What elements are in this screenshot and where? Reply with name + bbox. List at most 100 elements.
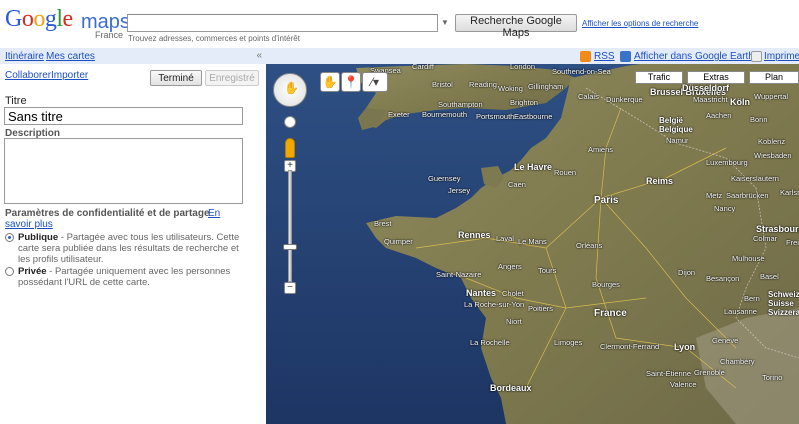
collapse-panel-icon[interactable]: « (256, 50, 262, 61)
itinerary-link[interactable]: Itinéraire (5, 51, 44, 62)
map-label: Colmar (753, 234, 778, 243)
map-label: Bristol (432, 80, 453, 89)
print-icon[interactable] (751, 51, 762, 62)
map-label: Quimper (384, 237, 413, 246)
logo-country: France (95, 30, 124, 40)
pan-control[interactable] (273, 73, 307, 107)
zoom-out-button[interactable]: − (284, 282, 296, 294)
map-label: Paris (594, 195, 619, 206)
map-label: Besançon (706, 274, 740, 283)
google-maps-logo[interactable]: Google maps France (5, 6, 130, 40)
search-dropdown-icon[interactable]: ▼ (441, 18, 451, 28)
map-label: Caen (508, 180, 526, 189)
logo-google-text: Google (5, 6, 73, 32)
map-canvas[interactable]: Swansea Cardiff London Southend-on-Sea B… (266, 48, 799, 424)
map-label: Bern (744, 294, 760, 303)
private-radio[interactable] (5, 267, 14, 276)
map-label: Frei (786, 238, 799, 247)
map-label: Grenoble (694, 368, 725, 377)
map-label: Düsseldorf (682, 83, 730, 93)
map-label: Tours (538, 266, 557, 275)
zoom-slider-thumb[interactable] (283, 244, 297, 250)
map-label: Le Mans (518, 237, 547, 246)
map-label: Mulhouse (732, 254, 765, 263)
public-label: Publique (18, 232, 59, 243)
map-label: Genève (712, 336, 739, 345)
map-description-textarea[interactable] (4, 138, 243, 204)
learn-more-link[interactable]: En (208, 208, 220, 219)
title-label: Titre (5, 95, 27, 107)
print-link[interactable]: Imprimer (764, 51, 799, 62)
hand-tool-icon[interactable]: ✋ (320, 72, 340, 92)
map-label: Wiesbaden (754, 151, 792, 160)
map-label: Poitiers (528, 304, 554, 313)
view-in-earth-link[interactable]: Afficher dans Google Earth (634, 51, 754, 62)
plan-button[interactable]: Plan (749, 71, 799, 84)
map-label: Dijon (678, 268, 696, 277)
map-label: Kaiserslautern (731, 174, 779, 183)
map-label: Reims (646, 176, 674, 186)
map-label: La Rochelle (470, 338, 510, 347)
map-label: Amiens (588, 145, 614, 154)
left-panel-nav: Itinéraire Mes cartes « (0, 48, 266, 64)
map-label: Strasbourg (756, 224, 799, 234)
map-label: Lausanne (724, 307, 757, 316)
rss-link[interactable]: RSS (594, 51, 615, 62)
private-label: Privée (18, 266, 47, 277)
map-label: Nancy (714, 204, 736, 213)
search-hint: Trouvez adresses, commerces et points d'… (128, 34, 300, 43)
map-label: Nantes (466, 288, 497, 298)
map-title-input[interactable] (4, 107, 243, 125)
map-label: Bournemouth (422, 110, 468, 119)
done-button[interactable]: Terminé (150, 70, 202, 86)
map-label: Angers (498, 262, 522, 271)
advanced-search-link[interactable]: Afficher les options de recherche (582, 19, 698, 28)
map-label: België Belgique (659, 116, 693, 134)
map-label: Köln (730, 97, 750, 107)
traffic-button[interactable]: Trafic (635, 71, 683, 84)
map-label: Luxembourg (706, 158, 748, 167)
map-toolbar: RSS Afficher dans Google Earth Imprimer (266, 48, 799, 64)
map-label: La Roche-sur-Yon (464, 300, 525, 309)
rss-icon[interactable] (580, 51, 591, 62)
map-label: Metz (706, 191, 723, 200)
map-label: Maastricht (693, 95, 728, 104)
street-view-pegman-icon[interactable] (285, 138, 295, 158)
map-label: Le Havre (514, 162, 553, 172)
map-label: Niort (506, 317, 522, 326)
import-link[interactable]: Importer (51, 70, 88, 81)
map-label: Basel (760, 272, 779, 281)
map-label: Namur (666, 136, 689, 145)
map-label: Saint-Étienne (646, 369, 692, 378)
map-label: Brighton (510, 98, 538, 107)
my-maps-link[interactable]: Mes cartes (46, 51, 95, 62)
reset-view-icon[interactable] (284, 116, 296, 128)
extras-button[interactable]: Extras (687, 71, 745, 84)
google-earth-icon[interactable] (620, 51, 631, 62)
map-label: Cholet (502, 289, 524, 298)
map-label: Jersey (448, 186, 471, 195)
privacy-option-private[interactable]: Privée - Partagée uniquement avec les pe… (5, 266, 243, 288)
zoom-slider-track[interactable] (288, 170, 292, 282)
private-description: - Partagée uniquement avec les personnes… (18, 266, 231, 288)
privacy-option-public[interactable]: Publique - Partagée avec tous les utilis… (5, 232, 243, 265)
map-label: Southend-on-Sea (552, 67, 611, 76)
map-label: Valence (670, 380, 697, 389)
placemark-tool-icon[interactable]: 📍 (341, 72, 361, 92)
map-label: Clermont-Ferrand (600, 342, 660, 351)
map-label: Rouen (554, 168, 577, 177)
map-label: Saarbrücken (726, 191, 769, 200)
search-box[interactable] (127, 14, 438, 32)
map-label: Bonn (750, 115, 768, 124)
collaborate-link[interactable]: Collaborer (5, 70, 51, 81)
search-button[interactable]: Recherche Google Maps (455, 14, 577, 39)
line-tool-icon[interactable]: ⁄▾ (362, 72, 388, 92)
left-panel: Itinéraire Mes cartes « Collaborer Impor… (0, 48, 266, 424)
learn-more-link-continued[interactable]: savoir plus (5, 219, 53, 230)
map-label: Aachen (706, 111, 732, 120)
public-radio[interactable] (5, 233, 14, 242)
map-label: Saint-Nazaire (436, 270, 482, 279)
map-label: Koblenz (758, 137, 786, 146)
map-label: Lyon (674, 342, 696, 352)
search-input[interactable] (128, 15, 437, 31)
